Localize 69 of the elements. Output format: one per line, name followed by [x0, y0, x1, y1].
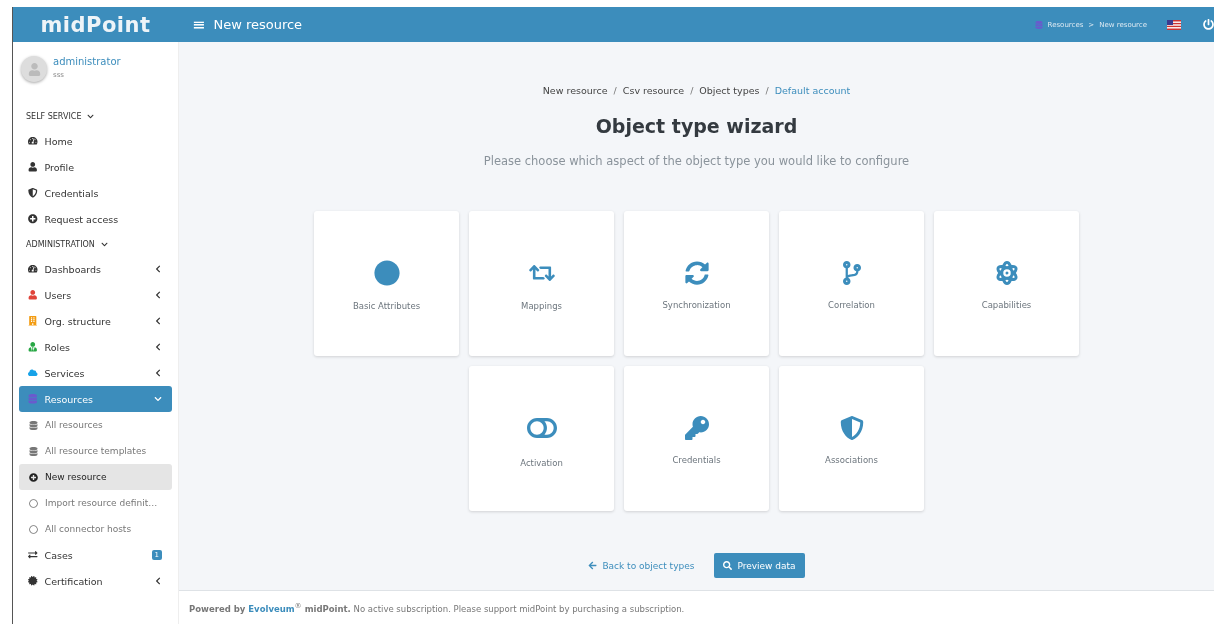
breadcrumb-separator: / [690, 85, 694, 96]
section-header[interactable]: SELF SERVICE [13, 104, 178, 128]
page-title: New resource [213, 17, 304, 32]
option-tile[interactable]: Associations [779, 366, 924, 511]
breadcrumb-item[interactable]: Csv resource [622, 85, 685, 96]
shield-icon [28, 188, 38, 198]
cloud-icon [28, 368, 38, 378]
menu-item[interactable]: Users [19, 282, 172, 308]
menu-item[interactable]: Services [19, 360, 172, 386]
wizard-subtitle: Please choose which aspect of the object type you would like to configure [483, 154, 910, 168]
submenu-item[interactable]: All resource templates [19, 438, 172, 464]
option-tile[interactable]: Capabilities [934, 211, 1079, 356]
database-icon [29, 420, 38, 430]
user-name[interactable]: administrator [53, 56, 121, 67]
database-icon [28, 394, 38, 404]
user-icon [28, 290, 38, 300]
breadcrumb-item[interactable]: Object types [699, 85, 760, 96]
avatar [21, 56, 47, 82]
submenu-item[interactable]: All connector hosts [19, 516, 172, 542]
breadcrumb-item[interactable]: Default account [774, 85, 851, 96]
building-icon [28, 316, 38, 326]
menu-item[interactable]: Dashboards [19, 256, 172, 282]
power-icon[interactable] [1203, 19, 1214, 30]
option-tile[interactable]: Synchronization [624, 211, 769, 356]
menu-item[interactable]: Roles [19, 334, 172, 360]
menu-item[interactable]: Profile [19, 154, 172, 180]
breadcrumb-item[interactable]: New resource [542, 85, 608, 96]
breadcrumb-separator: / [613, 85, 617, 96]
arrows-icon [28, 550, 38, 560]
database-icon [29, 446, 38, 456]
database-icon [1034, 20, 1043, 29]
menu-button[interactable]: ≡ [178, 15, 214, 34]
section-header[interactable]: ADMINISTRATION [13, 232, 178, 256]
search-icon [723, 561, 733, 570]
key-icon [684, 415, 709, 440]
gauge-icon [28, 136, 38, 146]
menu-item[interactable]: Resources [19, 386, 172, 412]
breadcrumb-separator: / [765, 85, 769, 96]
user-icon [28, 162, 38, 172]
flag-icon[interactable] [1167, 19, 1181, 30]
submenu-item[interactable]: All resources [19, 412, 172, 438]
logo: midPoint [39, 12, 152, 37]
submenu-item[interactable]: New resource [19, 464, 172, 490]
arrow-left-icon [588, 561, 598, 570]
option-tile[interactable]: Activation [469, 366, 614, 511]
menu-item[interactable]: Credentials [19, 180, 172, 206]
menu-item[interactable]: Certification [19, 568, 172, 594]
wizard-title: Object type wizard [595, 115, 798, 137]
submenu-item[interactable]: Import resource definit… [19, 490, 172, 516]
evolveum-link[interactable]: Evolveum [248, 603, 295, 614]
chevron-down-icon [87, 112, 95, 120]
circle-icon [373, 259, 400, 286]
option-tile[interactable]: Correlation [779, 211, 924, 356]
menu-item[interactable]: Org. structure [19, 308, 172, 334]
atom-icon [994, 260, 1019, 285]
badge-icon [28, 576, 38, 586]
preview-button[interactable]: Preview data [714, 553, 805, 578]
chevron-down-icon [100, 240, 108, 248]
option-tile[interactable]: Basic Attributes [314, 211, 459, 356]
person-icon [28, 342, 38, 352]
back-link[interactable]: Back to object types [588, 560, 695, 571]
sync-icon [684, 260, 709, 285]
menu-item[interactable]: Home [19, 128, 172, 154]
option-tile[interactable]: Credentials [624, 366, 769, 511]
option-tile[interactable]: Mappings [469, 211, 614, 356]
gauge-icon [28, 264, 38, 274]
shield-icon [839, 415, 864, 440]
menu-item[interactable]: Request access [19, 206, 172, 232]
footer-text: Powered by Evolveum$^{®}$ midPoint. No active subscription. Please support midPoint by purchasing a subscription. [189, 601, 685, 614]
